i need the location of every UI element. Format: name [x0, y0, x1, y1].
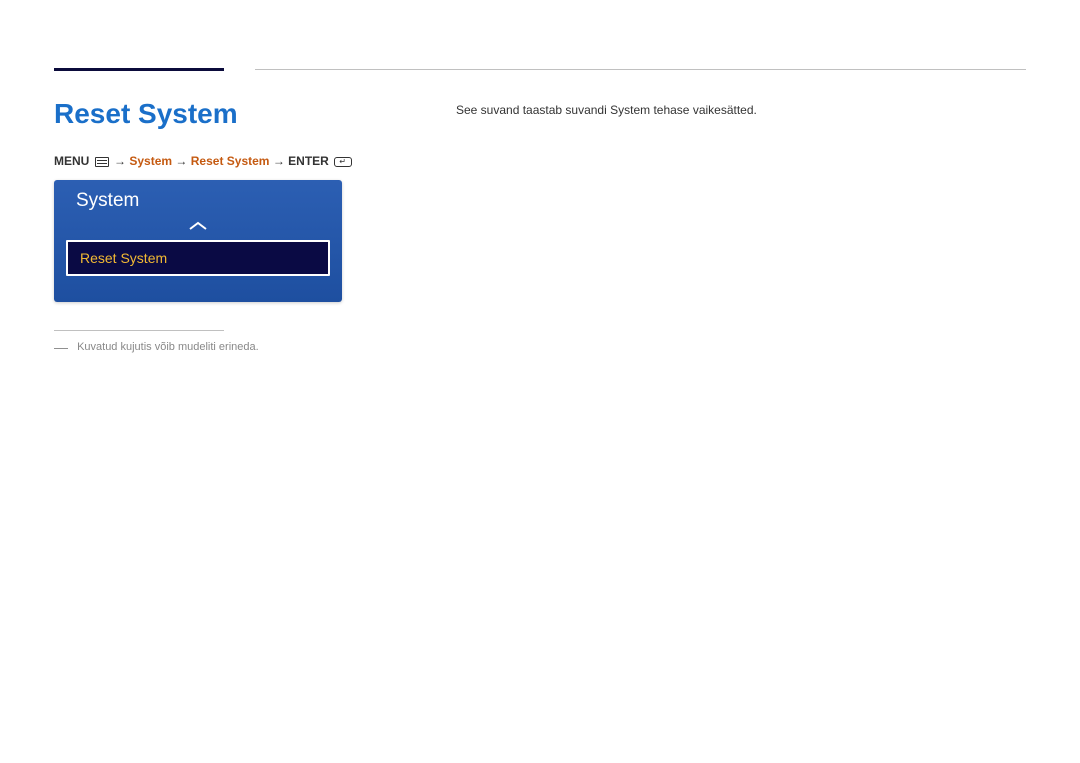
header-accent-bar — [54, 68, 224, 71]
breadcrumb-reset-system: Reset System — [191, 154, 270, 168]
breadcrumb-arrow-2: → — [175, 154, 190, 168]
enter-icon — [334, 157, 352, 167]
footnote-text: Kuvatud kujutis võib mudeliti erineda. — [77, 341, 259, 353]
breadcrumb-arrow-1: → — [114, 154, 129, 168]
menu-item-reset-system[interactable]: Reset System — [66, 240, 330, 276]
breadcrumb-enter-label: ENTER — [288, 154, 329, 168]
chevron-up-icon[interactable] — [54, 218, 342, 240]
footnote-dash: ― — [54, 339, 68, 355]
breadcrumb: MENU → System → Reset System → ENTER — [54, 154, 354, 168]
menu-panel: System Reset System — [54, 180, 342, 302]
breadcrumb-system: System — [129, 154, 172, 168]
menu-icon — [95, 157, 109, 167]
breadcrumb-arrow-3: → — [273, 154, 288, 168]
header-divider — [255, 69, 1026, 70]
footnote-divider — [54, 330, 224, 331]
page-title: Reset System — [54, 98, 238, 130]
menu-header: System — [54, 180, 342, 218]
footnote: ― Kuvatud kujutis võib mudeliti erineda. — [54, 339, 259, 355]
page-description: See suvand taastab suvandi System tehase… — [456, 103, 757, 117]
breadcrumb-menu-label: MENU — [54, 154, 89, 168]
